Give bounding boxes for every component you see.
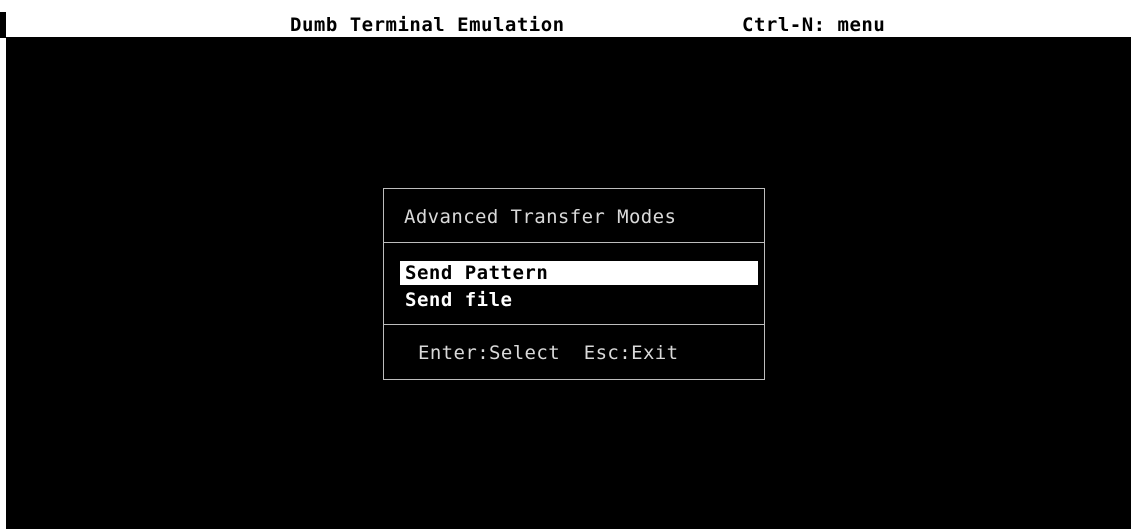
window-title: Dumb Terminal Emulation — [290, 14, 565, 36]
menu-item-send-file[interactable]: Send file — [400, 288, 758, 312]
dialog-divider-bottom — [384, 324, 764, 325]
dialog-key-hints: Enter:Select Esc:Exit — [418, 342, 679, 364]
advanced-transfer-modes-dialog: Advanced Transfer Modes Send Pattern Sen… — [383, 188, 765, 380]
title-bar: Dumb Terminal Emulation Ctrl-N: menu — [0, 12, 1131, 38]
dialog-title: Advanced Transfer Modes — [404, 206, 677, 228]
dialog-divider-top — [384, 242, 764, 243]
menu-shortcut-hint: Ctrl-N: menu — [742, 14, 886, 36]
menu-item-send-pattern[interactable]: Send Pattern — [400, 261, 758, 285]
